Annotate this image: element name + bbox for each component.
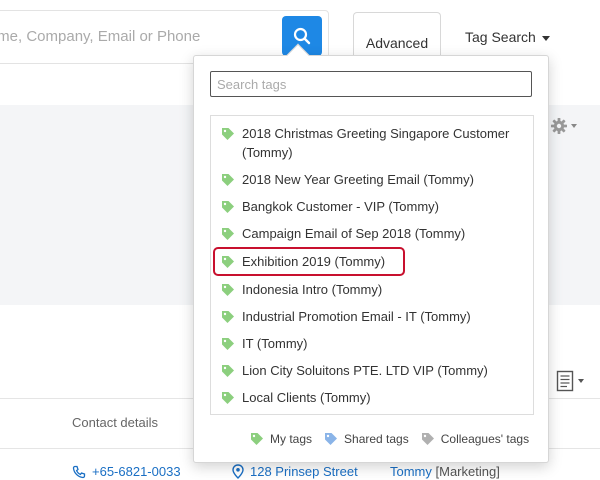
tag-label: Local Clients (Tommy) (242, 390, 371, 405)
caret-down-icon (578, 379, 584, 383)
address-text: 128 Prinsep Street (250, 464, 358, 479)
gear-icon (551, 118, 567, 134)
green-tag-icon (222, 365, 234, 377)
tag-list-item[interactable]: IT (Tommy) (211, 330, 533, 357)
tag-label: Campaign Email of Sep 2018 (Tommy) (242, 226, 466, 241)
phone-icon (72, 465, 86, 478)
tag-label: Indonesia Intro (Tommy) (242, 282, 383, 297)
green-tag-icon (222, 201, 234, 213)
green-tag-icon (222, 174, 234, 186)
search-input[interactable] (0, 14, 280, 58)
caret-down-icon (571, 124, 577, 128)
green-tag-icon (222, 284, 234, 296)
tag-list-item[interactable]: Bangkok Customer - VIP (Tommy) (211, 193, 533, 220)
legend-shared-tags: Shared tags (324, 432, 409, 446)
tag-label: 2018 Christmas Greeting Singapore Custom… (242, 126, 510, 160)
tag-list-item[interactable]: Exhibition 2019 (Tommy) (213, 247, 405, 276)
owner-name[interactable]: Tommy (390, 464, 432, 479)
green-tag-icon (251, 433, 263, 445)
tag-list-item[interactable]: Lion City Soluitons PTE. LTD VIP (Tommy) (211, 357, 533, 384)
grey-tag-icon (421, 433, 434, 445)
tag-search-input[interactable] (210, 71, 532, 97)
search-icon (293, 27, 311, 45)
document-icon (556, 370, 574, 392)
tag-list-item[interactable]: Campaign Email of Sep 2018 (Tommy) (211, 220, 533, 247)
tag-label: Exhibition 2019 (Tommy) (242, 254, 386, 269)
contact-details-label: Contact details (72, 415, 158, 430)
green-tag-icon (222, 128, 234, 140)
green-tag-icon (222, 256, 234, 268)
tag-label: Lion City Soluitons PTE. LTD VIP (Tommy) (242, 363, 488, 378)
tag-list-item[interactable]: NY customer (Tommy) (211, 411, 533, 414)
map-pin-icon (232, 464, 244, 479)
tag-list-item[interactable]: Indonesia Intro (Tommy) (211, 276, 533, 303)
tag-label: IT (Tommy) (242, 336, 308, 351)
legend-colleagues-tags: Colleagues' tags (421, 432, 529, 446)
legend-label: Shared tags (344, 432, 409, 446)
green-tag-icon (222, 338, 234, 350)
tag-list[interactable]: 2018 Christmas Greeting Singapore Custom… (210, 115, 534, 415)
legend-label: Colleagues' tags (440, 432, 530, 446)
green-tag-icon (222, 311, 234, 323)
tag-search-dropdown: 2018 Christmas Greeting Singapore Custom… (193, 43, 549, 463)
phone-number: +65-6821-0033 (92, 464, 181, 479)
settings-menu[interactable] (550, 117, 582, 135)
tag-search-label: Tag Search (465, 29, 536, 45)
contact-address[interactable]: 128 Prinsep Street (232, 464, 358, 479)
legend-label: My tags (270, 432, 313, 446)
contact-owner: Tommy [Marketing] (390, 464, 500, 479)
tag-label: Bangkok Customer - VIP (Tommy) (242, 199, 439, 214)
tag-search-toggle[interactable]: Tag Search (465, 29, 550, 45)
tag-list-item[interactable]: Local Clients (Tommy) (211, 384, 533, 411)
legend-my-tags: My tags (250, 432, 312, 446)
caret-down-icon (541, 35, 550, 41)
tag-legend: My tags Shared tags Colleagues' tags (250, 432, 529, 446)
document-menu[interactable] (556, 368, 594, 394)
blue-tag-icon (325, 433, 338, 445)
tag-list-item[interactable]: Industrial Promotion Email - IT (Tommy) (211, 303, 533, 330)
tag-label: Industrial Promotion Email - IT (Tommy) (242, 309, 471, 324)
tag-label: 2018 New Year Greeting Email (Tommy) (242, 172, 474, 187)
tag-list-item[interactable]: 2018 Christmas Greeting Singapore Custom… (211, 120, 533, 166)
green-tag-icon (222, 228, 234, 240)
contact-phone[interactable]: +65-6821-0033 (72, 464, 181, 479)
tag-list-item[interactable]: 2018 New Year Greeting Email (Tommy) (211, 166, 533, 193)
owner-department: [Marketing] (435, 464, 500, 479)
green-tag-icon (222, 392, 234, 404)
